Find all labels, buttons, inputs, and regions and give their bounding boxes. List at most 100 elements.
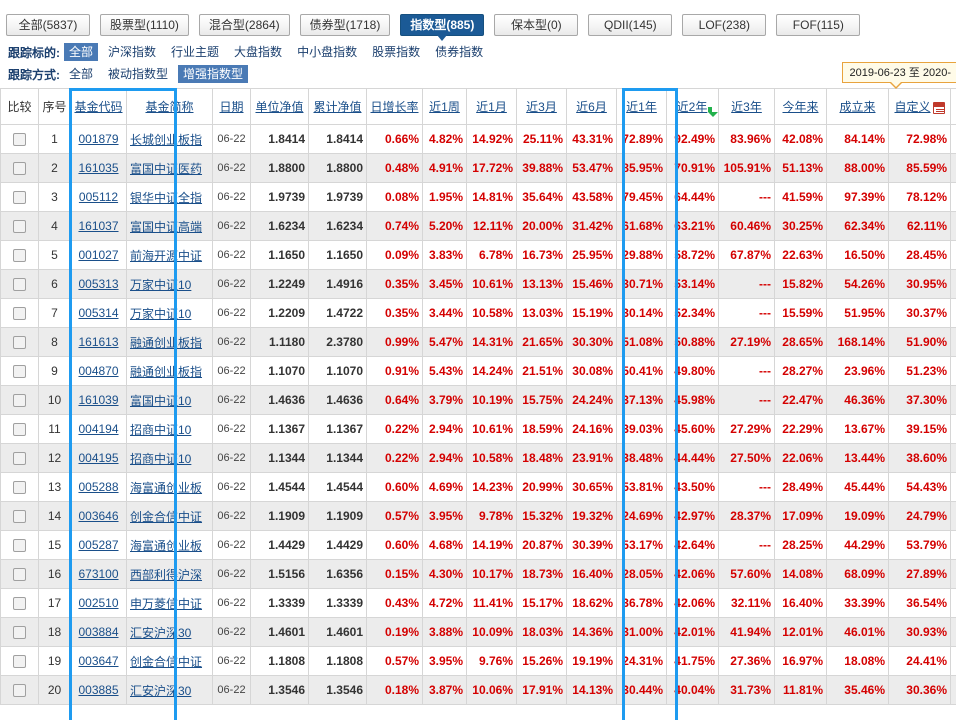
fund-type-tab-2[interactable]: 股票型(1110) (100, 13, 189, 36)
fund-name-link-text[interactable]: 万家中证10 (130, 278, 191, 292)
fund-code-link[interactable]: 005288 (70, 472, 127, 502)
compare-checkbox[interactable] (13, 568, 26, 582)
fund-name-link-text[interactable]: 西部利得沪深 (130, 568, 202, 582)
compare-checkbox-cell[interactable] (0, 240, 39, 270)
fund-name-link-text[interactable]: 融通创业板指 (130, 365, 202, 379)
filter-option-1-3[interactable]: 行业主题 (166, 43, 224, 61)
fund-code-link[interactable]: 003646 (70, 501, 127, 531)
fund-name-link[interactable]: 海富通创业板 (126, 530, 213, 560)
fund-code-link-text[interactable]: 005314 (78, 306, 118, 320)
fee-link[interactable]: 0.12% (950, 182, 956, 212)
compare-checkbox[interactable] (13, 452, 26, 466)
compare-checkbox[interactable] (13, 423, 26, 437)
compare-checkbox-cell[interactable] (0, 414, 39, 444)
fund-code-link-text[interactable]: 001027 (78, 248, 118, 262)
fund-name-link[interactable]: 富国中证医药 (126, 153, 213, 183)
fund-name-link-text[interactable]: 汇安沪深30 (130, 684, 191, 698)
column-header-15[interactable]: 近3年 (718, 88, 775, 125)
column-header-12[interactable]: 近6月 (566, 88, 617, 125)
fee-link[interactable]: 0.08% (950, 559, 956, 589)
column-header-9[interactable]: 近1周 (422, 88, 467, 125)
fund-code-link[interactable]: 005313 (70, 269, 127, 299)
fee-link[interactable]: 0.12% (950, 153, 956, 183)
fund-type-tab-1[interactable]: 全部(5837) (6, 13, 90, 36)
column-header-17[interactable]: 成立来 (826, 88, 889, 125)
fund-code-link[interactable]: 003885 (70, 675, 127, 705)
compare-checkbox[interactable] (13, 191, 26, 205)
fund-code-link[interactable]: 004870 (70, 356, 127, 386)
column-header-3[interactable]: 基金代码 (70, 88, 127, 125)
fund-code-link[interactable]: 161613 (70, 327, 127, 357)
fund-code-link-text[interactable]: 002510 (78, 596, 118, 610)
fund-name-link[interactable]: 富国中证10 (126, 385, 213, 415)
fee-link[interactable]: 0.12% (950, 617, 956, 647)
fund-name-link[interactable]: 创金合信中证 (126, 501, 213, 531)
fund-name-link[interactable]: 前海开源中证 (126, 240, 213, 270)
fund-code-link-text[interactable]: 005313 (78, 277, 118, 291)
calendar-icon[interactable] (932, 101, 945, 114)
fund-name-link-text[interactable]: 海富通创业板 (130, 481, 202, 495)
fund-name-link-text[interactable]: 富国中证10 (130, 394, 191, 408)
compare-checkbox-cell[interactable] (0, 153, 39, 183)
column-header-13[interactable]: 近1年 (616, 88, 667, 125)
fund-code-link-text[interactable]: 001879 (78, 132, 118, 146)
fee-link[interactable]: 0.00% (950, 675, 956, 705)
fund-type-tab-9[interactable]: FOF(115) (776, 13, 861, 36)
fund-name-link[interactable]: 招商中证10 (126, 443, 213, 473)
column-header-4[interactable]: 基金简称 (126, 88, 213, 125)
fund-name-link[interactable]: 融通创业板指 (126, 327, 213, 357)
filter-option-2-2[interactable]: 被动指数型 (103, 65, 173, 83)
fee-link[interactable]: 0.12% (950, 414, 956, 444)
fund-name-link-text[interactable]: 长城创业板指 (130, 133, 202, 147)
compare-checkbox[interactable] (13, 162, 26, 176)
fund-type-tab-8[interactable]: LOF(238) (682, 13, 767, 36)
fee-link[interactable]: 0.12% (950, 588, 956, 618)
column-header-16[interactable]: 今年来 (774, 88, 827, 125)
fee-link[interactable]: 0.00% (950, 646, 956, 676)
fund-code-link-text[interactable]: 161037 (78, 219, 118, 233)
compare-checkbox[interactable] (13, 249, 26, 263)
fund-name-link[interactable]: 万家中证10 (126, 269, 213, 299)
fund-name-link-text[interactable]: 创金合信中证 (130, 655, 202, 669)
fee-link[interactable]: 0.12% (950, 385, 956, 415)
compare-checkbox-cell[interactable] (0, 472, 39, 502)
compare-checkbox[interactable] (13, 307, 26, 321)
fund-code-link-text[interactable]: 003884 (78, 625, 118, 639)
compare-checkbox-cell[interactable] (0, 443, 39, 473)
fund-name-link[interactable]: 银华中证全指 (126, 182, 213, 212)
fund-code-link-text[interactable]: 004195 (78, 451, 118, 465)
fund-code-link-text[interactable]: 003646 (78, 509, 118, 523)
fee-link[interactable]: 0.00% (950, 298, 956, 328)
fund-name-link-text[interactable]: 前海开源中证 (130, 249, 202, 263)
fund-code-link-text[interactable]: 004194 (78, 422, 118, 436)
compare-checkbox[interactable] (13, 481, 26, 495)
fee-link[interactable]: 0.15% (950, 472, 956, 502)
fund-code-link-text[interactable]: 003647 (78, 654, 118, 668)
fund-name-link-text[interactable]: 招商中证10 (130, 423, 191, 437)
fund-code-link-text[interactable]: 004870 (78, 364, 118, 378)
compare-checkbox[interactable] (13, 655, 26, 669)
fund-name-link[interactable]: 融通创业板指 (126, 356, 213, 386)
compare-checkbox-cell[interactable] (0, 588, 39, 618)
fund-type-tab-6[interactable]: 保本型(0) (494, 13, 579, 36)
fund-code-link[interactable]: 001027 (70, 240, 127, 270)
fee-link[interactable]: 0.15% (950, 269, 956, 299)
fund-code-link[interactable]: 005112 (70, 182, 127, 212)
fund-type-tab-5[interactable]: 指数型(885) (400, 13, 485, 41)
fund-code-link-text[interactable]: 161039 (78, 393, 118, 407)
compare-checkbox[interactable] (13, 394, 26, 408)
compare-checkbox-cell[interactable] (0, 269, 39, 299)
column-header-5[interactable]: 日期 (212, 88, 251, 125)
fund-type-tab-3[interactable]: 混合型(2864) (198, 13, 290, 36)
compare-checkbox[interactable] (13, 278, 26, 292)
filter-option-1-5[interactable]: 中小盘指数 (292, 43, 362, 61)
compare-checkbox[interactable] (13, 626, 26, 640)
column-header-8[interactable]: 日增长率 (366, 88, 423, 125)
compare-checkbox-cell[interactable] (0, 646, 39, 676)
compare-checkbox[interactable] (13, 365, 26, 379)
fund-code-link-text[interactable]: 003885 (78, 683, 118, 697)
fund-name-link-text[interactable]: 招商中证10 (130, 452, 191, 466)
fund-name-link-text[interactable]: 富国中证高端 (130, 220, 202, 234)
compare-checkbox-cell[interactable] (0, 356, 39, 386)
compare-checkbox-cell[interactable] (0, 559, 39, 589)
